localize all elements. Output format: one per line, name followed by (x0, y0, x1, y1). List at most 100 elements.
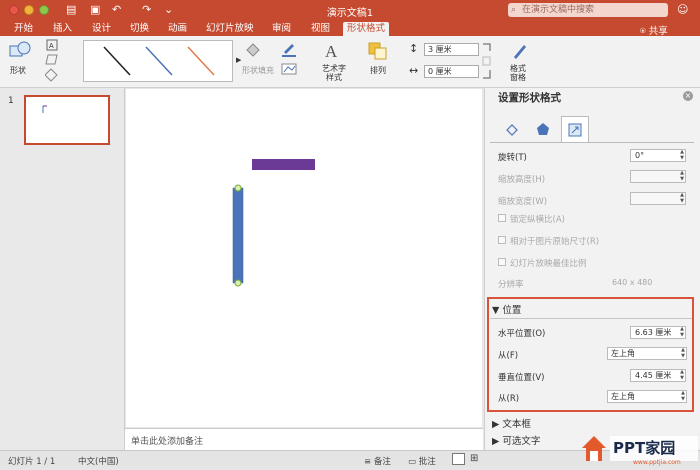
search-placeholder: 在演示文稿中搜索 (522, 5, 595, 15)
shape-height-value: 3 厘米 (428, 45, 452, 54)
width-icon: ↔ (409, 64, 419, 77)
horizontal-position-value: 6.63 厘米 (635, 328, 672, 337)
rotation-label: 旋转(T) (498, 153, 527, 163)
spin-arrows-icon[interactable]: ▲ ▼ (680, 326, 684, 338)
resolution-value: 640 x 480 (612, 278, 653, 287)
position-section-label: 位置 (502, 305, 522, 316)
textbox-section-label: 文本框 (502, 419, 531, 430)
fill-line-icon (506, 124, 518, 136)
format-pane-label[interactable]: 格式 窗格 (510, 64, 526, 82)
effects-tab-icon[interactable] (529, 116, 557, 142)
slide-thumbnail[interactable] (24, 95, 110, 145)
search-icon: ⌕ (511, 5, 517, 15)
alt-text-section-label: 可选文字 (502, 436, 541, 447)
shapes-icon[interactable] (8, 40, 32, 60)
shape-styles-gallery[interactable] (83, 40, 233, 82)
tab-animations[interactable]: 动画 (164, 22, 191, 36)
pptjia-logo: PPT家园 www.pptjia.com (582, 436, 698, 466)
position-divider (490, 318, 692, 319)
format-pane-brush-icon[interactable] (510, 41, 530, 61)
slide-number: 1 (8, 96, 14, 106)
collapsed-triangle-icon: ▶ (492, 436, 503, 447)
scale-width-field: ▲ ▼ (630, 192, 686, 205)
best-scale-label: 幻灯片放映最佳比例 (510, 259, 587, 269)
close-pane-icon[interactable]: × (683, 91, 693, 101)
shape-width-value: 0 厘米 (428, 67, 452, 76)
from-r-select[interactable]: 左上角 ▲ ▼ (607, 390, 687, 403)
title-bar: ▤ ▣ ↶ ↷ ⌄ 演示文稿1 ⌕ 在演示文稿中搜索 ☺ (0, 0, 700, 20)
tab-view[interactable]: 视图 (307, 22, 334, 36)
from-r-label: 从(R) (498, 394, 520, 404)
scale-height-field: ▲ ▼ (630, 170, 686, 183)
tab-shape-format[interactable]: 形状格式 (343, 22, 390, 36)
comments-label: 批注 (418, 457, 436, 467)
shape-width-field[interactable]: 0 厘米 (424, 65, 479, 78)
from-f-value: 左上角 (611, 349, 635, 358)
tab-home[interactable]: 开始 (10, 22, 37, 36)
shape-height-field[interactable]: 3 厘米 (424, 43, 479, 56)
blue-vertical-bar[interactable] (232, 187, 244, 284)
slide-canvas[interactable] (126, 89, 482, 427)
svg-text:www.pptjia.com: www.pptjia.com (633, 459, 681, 466)
tab-design[interactable]: 设计 (88, 22, 115, 36)
size-properties-icon (568, 123, 582, 137)
lock-aspect-label: 锁定纵横比(A) (510, 215, 565, 225)
language[interactable]: 中文(中国) (78, 455, 119, 467)
sorter-view-icon[interactable]: ⊞ (470, 453, 478, 464)
selection-handle-top[interactable] (234, 184, 242, 192)
normal-view-icon[interactable] (452, 453, 465, 465)
scale-width-label: 缩放宽度(W) (498, 197, 548, 207)
from-f-select[interactable]: 左上角 ▲ ▼ (607, 347, 687, 360)
tab-transitions[interactable]: 切换 (126, 22, 153, 36)
rotation-field[interactable]: 0° ▲ ▼ (630, 149, 686, 162)
wordart-styles-label[interactable]: 艺术字 样式 (322, 64, 346, 82)
shape-fill-label[interactable]: 形状填充 (242, 66, 274, 75)
from-r-value: 左上角 (611, 392, 635, 401)
spin-arrows-icon[interactable]: ▲ ▼ (680, 369, 684, 381)
relative-original-checkbox (498, 236, 506, 244)
share-button[interactable]: ⍟ 共享 (640, 23, 668, 37)
size-properties-tab-icon[interactable] (561, 116, 589, 142)
notes-area[interactable]: 单击此处添加备注 (125, 428, 483, 450)
pen-outline-icon[interactable] (280, 40, 298, 80)
notes-button[interactable]: ≡ 备注 (364, 455, 391, 467)
fill-line-tab-icon[interactable] (498, 116, 526, 142)
position-section-header[interactable]: ▼ 位置 (492, 302, 521, 316)
shapes-label[interactable]: 形状 (10, 66, 26, 75)
insert-shape-tools-icon[interactable]: A (45, 39, 69, 83)
height-icon: ↕ (409, 42, 419, 55)
lock-aspect-checkbox (498, 214, 506, 222)
svg-text:A: A (325, 42, 338, 61)
vertical-position-field[interactable]: 4.45 厘米 ▲ ▼ (630, 369, 686, 382)
textbox-section-header[interactable]: ▶ 文本框 (492, 416, 531, 430)
selection-handle-bottom[interactable] (234, 279, 242, 287)
spin-arrows-icon[interactable]: ▲ ▼ (680, 149, 684, 161)
arrange-label[interactable]: 排列 (370, 66, 386, 75)
comments-button[interactable]: ▭ 批注 (408, 455, 436, 467)
arrange-icon[interactable] (367, 41, 389, 61)
pane-divider (490, 142, 694, 143)
tab-review[interactable]: 审阅 (268, 22, 295, 36)
pentagon-icon (537, 123, 549, 135)
slide-shapes (232, 159, 315, 287)
wordart-icon[interactable]: A (322, 40, 344, 62)
dropdown-arrows-icon: ▲ ▼ (681, 390, 685, 402)
purple-horizontal-bar[interactable] (252, 159, 315, 170)
spin-arrows-icon: ▲ ▼ (680, 170, 684, 182)
alt-text-section-header[interactable]: ▶ 可选文字 (492, 433, 540, 447)
search-input[interactable]: ⌕ 在演示文稿中搜索 (508, 3, 668, 17)
rotation-value: 0° (635, 151, 645, 160)
notes-icon: ≡ (364, 457, 374, 467)
feedback-smiley-icon[interactable]: ☺ (677, 3, 688, 16)
from-f-label: 从(F) (498, 351, 519, 361)
fill-bucket-icon[interactable] (244, 42, 264, 58)
resolution-label: 分辨率 (498, 280, 524, 290)
spin-arrows-icon: ▲ ▼ (680, 192, 684, 204)
horizontal-position-field[interactable]: 6.63 厘米 ▲ ▼ (630, 326, 686, 339)
pane-title: 设置形状格式 (498, 92, 561, 104)
tab-slideshow[interactable]: 幻灯片放映 (202, 22, 258, 36)
size-dialog-icon[interactable] (482, 42, 492, 80)
vertical-position-value: 4.45 厘米 (635, 371, 672, 380)
gallery-scroll-icon[interactable]: ▶ (236, 56, 241, 65)
tab-insert[interactable]: 插入 (49, 22, 76, 36)
